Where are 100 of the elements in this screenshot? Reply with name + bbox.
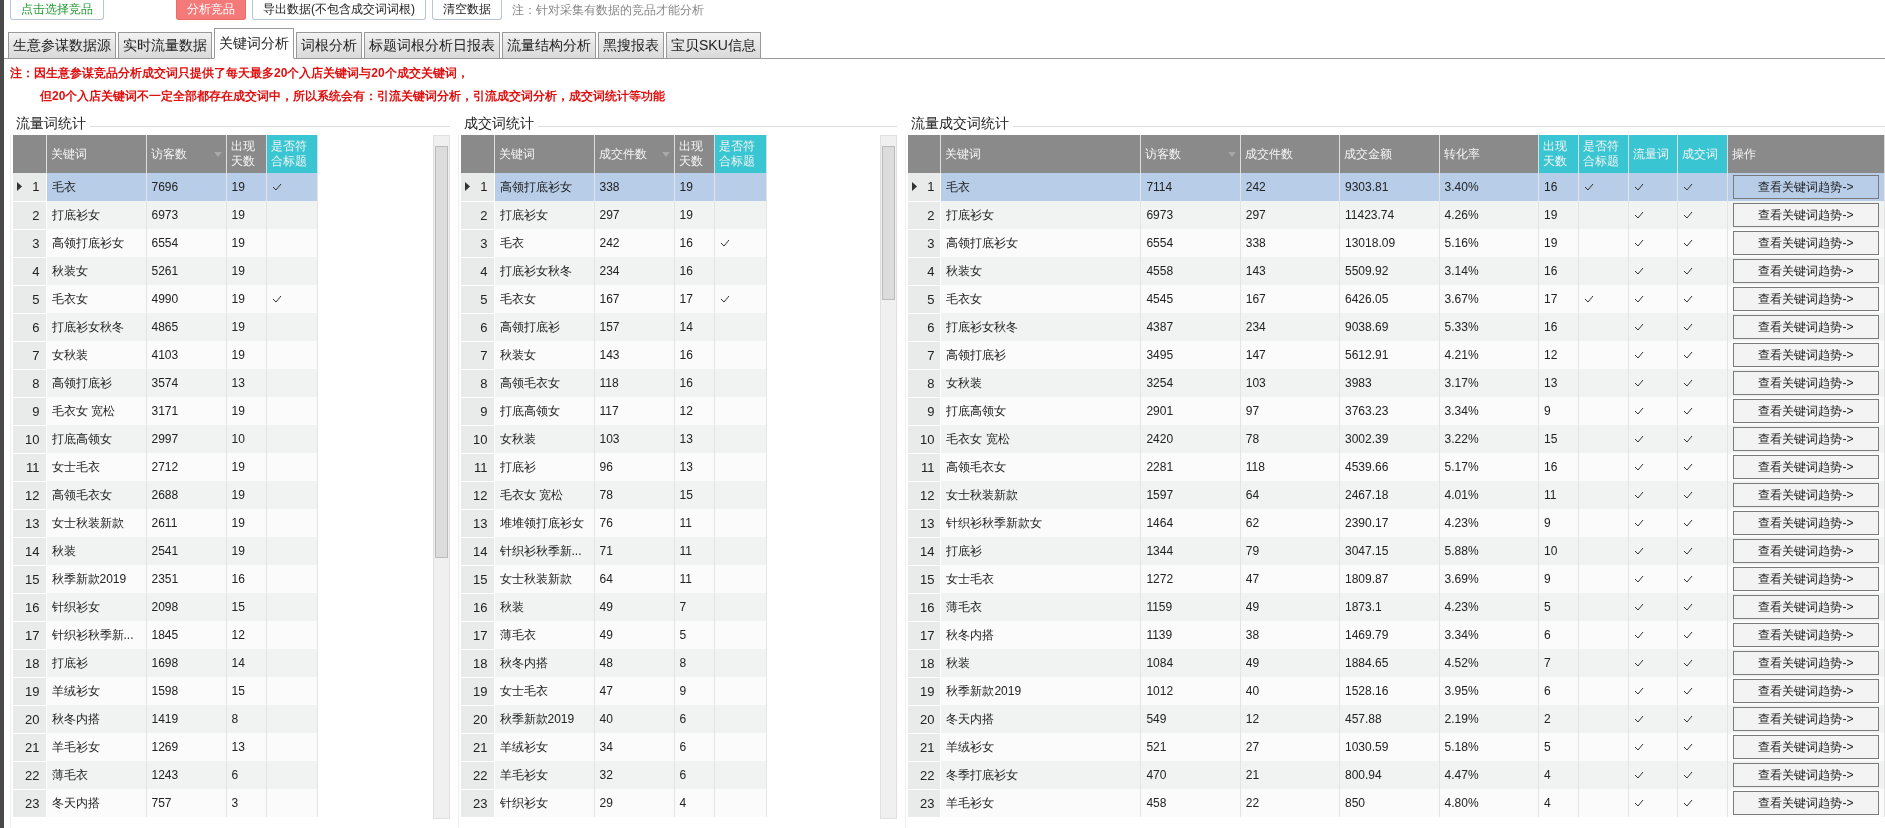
row-number: 4 [13,257,46,285]
row-number: 17 [13,621,46,649]
tab[interactable]: 关键词分析 [214,28,294,59]
tab[interactable]: 词根分析 [296,32,362,58]
check-icon [1683,435,1694,443]
row-number: 22 [13,761,46,789]
check-icon [1633,183,1644,191]
trend-button[interactable]: 查看关键词趋势-> [1732,679,1879,703]
check-icon [1633,239,1644,247]
trend-button[interactable]: 查看关键词趋势-> [1732,511,1879,535]
check-icon [1633,771,1644,779]
trend-button[interactable]: 查看关键词趋势-> [1732,343,1879,367]
check-icon [1633,295,1644,303]
trend-button[interactable]: 查看关键词趋势-> [1732,231,1879,255]
row-number: 10 [908,425,941,453]
trend-button[interactable]: 查看关键词趋势-> [1732,175,1879,199]
row-number: 6 [13,313,46,341]
table-cell: 3 [226,789,266,817]
row-number: 3 [13,229,46,257]
row-number: 14 [461,537,494,565]
trend-button[interactable]: 查看关键词趋势-> [1732,203,1879,227]
row-number: 7 [13,341,46,369]
trend-button[interactable]: 查看关键词趋势-> [1732,287,1879,311]
row-number: 18 [461,649,494,677]
sort-icon [213,151,222,157]
check-icon [1683,323,1694,331]
table-cell: 冬天内搭 [46,789,146,817]
trend-button[interactable]: 查看关键词趋势-> [1732,567,1879,591]
table-cell: 458 [1140,789,1241,817]
tab[interactable]: 标题词根分析日报表 [364,32,500,58]
check-icon [1633,211,1644,219]
row-number: 8 [461,369,494,397]
current-row-icon [465,182,470,191]
row-number: 15 [461,565,494,593]
check-icon [1633,631,1644,639]
trend-button[interactable]: 查看关键词趋势-> [1732,455,1879,479]
tab[interactable]: 宝贝SKU信息 [666,32,761,58]
trend-button[interactable]: 查看关键词趋势-> [1732,735,1879,759]
group-title: 成交词统计 [463,115,534,133]
row-number: 21 [13,733,46,761]
row-number: 22 [908,761,941,789]
corner-header [908,135,941,173]
trend-button[interactable]: 查看关键词趋势-> [1732,791,1879,815]
scrollbar[interactable] [433,135,450,819]
trend-button[interactable]: 查看关键词趋势-> [1732,763,1879,787]
table-cell: 850 [1339,789,1440,817]
row-number: 8 [13,369,46,397]
tab[interactable]: 生意参谋数据源 [8,32,116,58]
check-icon [1683,519,1694,527]
row-number: 2 [908,201,941,229]
sort-icon [661,151,670,157]
row-number: 13 [908,509,941,537]
row-number: 12 [461,481,494,509]
trend-button[interactable]: 查看关键词趋势-> [1732,371,1879,395]
check-icon [1683,603,1694,611]
scrollbar[interactable] [880,135,897,819]
trend-button[interactable]: 查看关键词趋势-> [1732,259,1879,283]
check-icon [1683,267,1694,275]
trend-button[interactable]: 查看关键词趋势-> [1732,399,1879,423]
row-number: 1 [908,173,941,201]
row-number: 19 [13,677,46,705]
toolbar-button[interactable]: 导出数据(不包含成交词词根) [252,0,426,20]
row-number: 20 [13,705,46,733]
row-number: 4 [908,257,941,285]
check-icon [1683,407,1694,415]
row-number: 14 [908,537,941,565]
row-number: 3 [461,229,494,257]
current-row-icon [912,182,917,191]
check-icon [1633,351,1644,359]
trend-button[interactable]: 查看关键词趋势-> [1732,483,1879,507]
trend-button[interactable]: 查看关键词趋势-> [1732,707,1879,731]
row-number: 7 [908,341,941,369]
check-icon [1683,239,1694,247]
trend-button[interactable]: 查看关键词趋势-> [1732,623,1879,647]
tab[interactable]: 实时流量数据 [118,32,212,58]
row-number: 19 [908,677,941,705]
check-icon [1683,799,1694,807]
row-number: 6 [461,313,494,341]
trend-button[interactable]: 查看关键词趋势-> [1732,427,1879,451]
row-number: 8 [908,369,941,397]
row-number: 23 [13,789,46,817]
toolbar-button[interactable]: 点击选择竞品 [10,0,104,20]
table-cell: 757 [146,789,226,817]
check-icon [1683,295,1694,303]
toolbar-button[interactable]: 清空数据 [432,0,502,20]
trend-button[interactable]: 查看关键词趋势-> [1732,595,1879,619]
tab[interactable]: 流量结构分析 [502,32,596,58]
check-icon [1683,631,1694,639]
check-icon [719,295,730,303]
tab[interactable]: 黑搜报表 [598,32,664,58]
table-cell: 22 [1240,789,1340,817]
trend-button[interactable]: 查看关键词趋势-> [1732,651,1879,675]
trend-button[interactable]: 查看关键词趋势-> [1732,539,1879,563]
trend-button[interactable]: 查看关键词趋势-> [1732,315,1879,339]
row-number: 12 [13,481,46,509]
check-icon [1633,603,1644,611]
row-number: 15 [908,565,941,593]
table-cell: 4 [674,789,714,817]
check-icon [1683,743,1694,751]
row-number: 16 [908,593,941,621]
